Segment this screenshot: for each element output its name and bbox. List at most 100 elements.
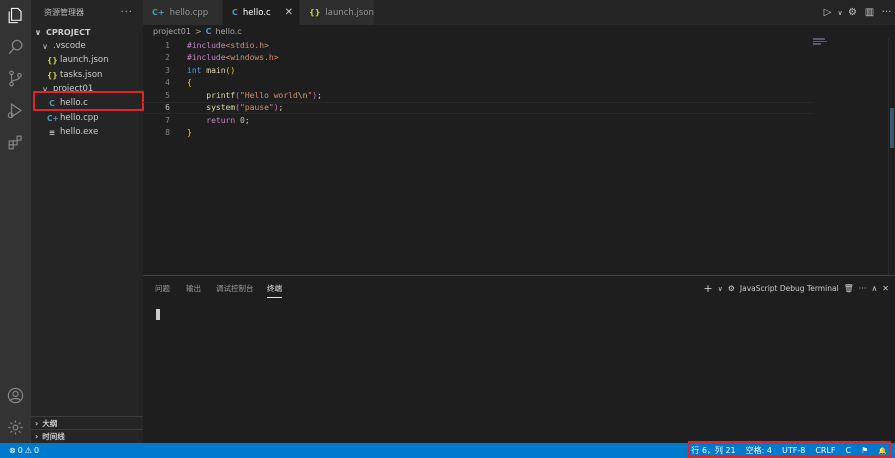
breadcrumb: project01 > C hello.c (153, 25, 242, 38)
c-file-icon: C (205, 27, 212, 36)
terminal-panel: 问题 输出 调试控制台 终端 + ∨ ⚙ JavaScript Debug Te… (143, 275, 895, 443)
error-icon: ⊗ (9, 446, 16, 455)
code-text: #include<stdio.h> (187, 41, 269, 50)
line-number: 7 (165, 115, 170, 125)
json-file-icon: {} (309, 8, 321, 17)
editor-tab-bar: C+ hello.cpp C hello.c ✕ {} launch.json … (143, 0, 895, 25)
panel-tab-problems[interactable]: 问题 (155, 283, 170, 297)
trash-icon[interactable]: 🗑 (844, 284, 854, 293)
panel-tab-terminal[interactable]: 终端 (267, 283, 282, 298)
explorer-sidebar: 资源管理器 ··· ∨ CPROJECT ∨ .vscode {} launch.json… (31, 0, 143, 443)
source-control-icon[interactable] (6, 69, 25, 88)
run-dropdown-icon[interactable]: ∨ (836, 4, 844, 21)
tab-close-icon[interactable]: ✕ (285, 7, 293, 18)
code-line[interactable]: 2 #include<windows.h> (143, 52, 813, 65)
line-number: 8 (165, 128, 170, 138)
search-icon[interactable] (6, 38, 25, 57)
code-text: int main() (187, 66, 235, 75)
outline-label: 大纲 (42, 418, 58, 428)
tab-launch-json[interactable]: {} launch.json (300, 0, 375, 25)
account-icon[interactable] (6, 386, 25, 405)
tree-item[interactable]: ≡ hello.exe (31, 125, 143, 139)
code-line[interactable]: 1 #include<stdio.h> (143, 39, 813, 52)
line-number: 3 (165, 65, 170, 75)
panel-tab-output[interactable]: 输出 (186, 283, 201, 297)
json-file-icon: {} (47, 70, 58, 80)
tab-hello-cpp[interactable]: C+ hello.cpp (143, 0, 223, 25)
extensions-icon[interactable] (6, 133, 25, 152)
code-token: { (187, 78, 192, 88)
split-editor-icon[interactable]: ▥ (861, 4, 878, 21)
explorer-header: 资源管理器 ··· (31, 0, 143, 25)
tree-item[interactable]: ∨ .vscode (31, 39, 143, 53)
settings-gear-icon[interactable]: ⚙ (844, 4, 861, 21)
explorer-icon[interactable] (6, 6, 25, 25)
code-token: ; (278, 103, 284, 113)
new-terminal-icon[interactable]: + (703, 282, 712, 295)
minimap-line (813, 38, 825, 40)
editor-actions: ▷ ∨ ⚙ ▥ ··· (819, 0, 895, 25)
code-token: printf (206, 90, 236, 100)
tree-item-label: hello.cpp (60, 113, 99, 123)
settings-gear-icon[interactable] (6, 418, 25, 437)
code-editor[interactable]: 1 #include<stdio.h> 2 #include<windows.h> 3 i… (143, 38, 895, 275)
tab-label: hello.cpp (169, 7, 209, 18)
explorer-more-button[interactable]: ··· (120, 7, 133, 18)
line-number: 1 (165, 40, 170, 50)
minimap[interactable] (813, 38, 863, 50)
cpp-file-icon: C+ (47, 113, 59, 123)
explorer-title: 资源管理器 (44, 8, 84, 17)
warning-icon: ⚠ (24, 446, 32, 455)
code-token: ; (317, 90, 322, 100)
chevron-right-icon: › (35, 418, 39, 428)
breadcrumb-file[interactable]: hello.c (216, 27, 242, 36)
code-token: #include (187, 53, 226, 63)
editor-scrollbar[interactable] (888, 38, 895, 275)
line-number: 5 (165, 90, 170, 100)
tab-label: launch.json (325, 7, 374, 18)
c-file-icon: C (232, 8, 238, 17)
code-line[interactable]: 6 system("pause"); (143, 101, 813, 114)
code-token: ; (244, 115, 250, 125)
activity-bar (0, 0, 31, 443)
minimap-line (813, 40, 827, 42)
breadcrumb-folder[interactable]: project01 (153, 27, 191, 36)
line-number: 4 (165, 78, 170, 88)
tree-item[interactable]: {} launch.json (31, 53, 143, 67)
code-line[interactable]: 5 printf("Hello world\n"); (143, 89, 813, 102)
terminal-name[interactable]: JavaScript Debug Terminal (740, 284, 839, 293)
scrollbar-thumb[interactable] (890, 108, 894, 148)
timeline-section[interactable]: › 时间线 (31, 429, 143, 442)
code-line[interactable]: 7 return 0; (143, 114, 813, 127)
debug-terminal-icon: ⚙ (727, 284, 735, 293)
code-token: "Hello world (240, 90, 298, 100)
problems-status[interactable]: ⊗ 0 ⚠ 0 (9, 443, 39, 458)
tab-hello-c[interactable]: C hello.c ✕ (223, 0, 300, 25)
outline-section[interactable]: › 大纲 (31, 416, 143, 429)
run-icon[interactable]: ▷ (819, 4, 836, 21)
code-token: <windows.h> (225, 53, 279, 63)
code-text: #include<windows.h> (187, 53, 279, 62)
close-panel-icon[interactable]: ✕ (882, 284, 889, 293)
code-line[interactable]: 8} (143, 127, 813, 140)
chevron-down-icon: ∨ (34, 27, 42, 37)
tree-item[interactable]: {} tasks.json (31, 68, 143, 82)
panel-tab-debug-console[interactable]: 调试控制台 (216, 283, 254, 297)
tree-item[interactable]: C+ hello.cpp (31, 111, 143, 125)
more-actions-icon[interactable]: ··· (878, 4, 895, 21)
line-number: 2 (165, 53, 170, 63)
code-token: "pause" (240, 103, 274, 113)
tree-item-label: tasks.json (60, 70, 103, 80)
terminal-dropdown-icon[interactable]: ∨ (718, 285, 723, 293)
code-line[interactable]: 4{ (143, 77, 813, 90)
tree-item[interactable]: ∨ CPROJECT (31, 25, 143, 39)
code-text: system("pause"); (187, 103, 283, 112)
code-token: \n (297, 90, 308, 100)
maximize-panel-icon[interactable]: ∧ (871, 284, 877, 293)
panel-more-icon[interactable]: ··· (859, 284, 867, 293)
run-debug-icon[interactable] (6, 101, 25, 120)
code-line[interactable]: 3 int main() (143, 64, 813, 77)
exe-file-icon: ≡ (48, 127, 56, 137)
minimap-line (813, 43, 821, 45)
